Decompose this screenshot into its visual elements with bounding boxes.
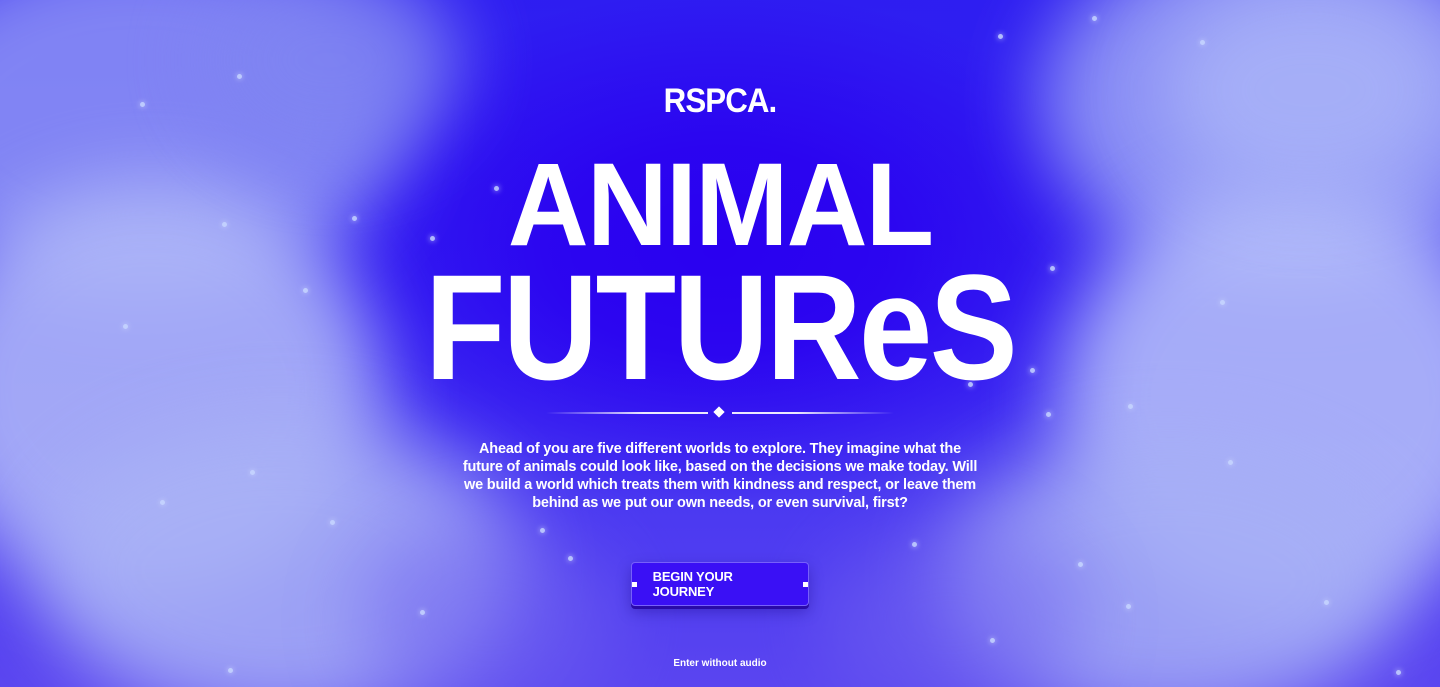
square-bullet-icon [632,581,637,587]
begin-journey-label: BEGIN YOUR JOURNEY [652,569,733,599]
intro-paragraph: Ahead of you are five different worlds t… [462,441,978,511]
divider-line-left [546,412,708,414]
begin-journey-button[interactable]: BEGIN YOUR JOURNEY [631,562,809,606]
rspca-logo[interactable]: RSPCA. [58,82,1383,121]
enter-without-audio-link[interactable]: Enter without audio [0,658,1440,669]
title-divider [546,406,894,418]
page-title-line-2: FUTUReS [424,243,1018,411]
square-bullet-icon [803,581,808,587]
divider-line-right [732,412,894,414]
